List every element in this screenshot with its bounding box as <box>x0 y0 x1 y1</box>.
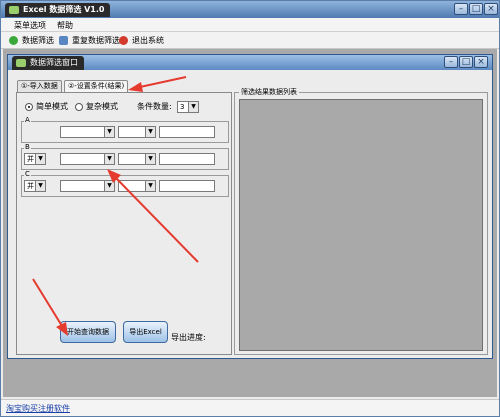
group-b-operator-select[interactable]: ▼ <box>118 153 156 165</box>
condition-group-a: A ▼ ▼ <box>21 116 229 143</box>
chevron-down-icon: ▼ <box>145 154 155 164</box>
window-title-tab: Excel 数据筛选 V1.0 <box>5 3 111 17</box>
condition-count-select[interactable]: 3 ▼ <box>177 101 199 113</box>
group-c-logic-select[interactable]: 并 ▼ <box>24 180 46 192</box>
results-group: 筛选结果数据列表 <box>234 87 488 355</box>
group-b-field-select[interactable]: ▼ <box>60 153 115 165</box>
toolbar: 数据筛选 重复数据筛选 退出系统 <box>1 32 499 49</box>
filter-button[interactable]: 数据筛选 <box>9 34 54 47</box>
condition-count-value: 3 <box>180 103 185 111</box>
group-a-operator-select[interactable]: ▼ <box>118 126 156 138</box>
chevron-down-icon: ▼ <box>35 154 45 164</box>
filter-window-title: 数据筛选窗口 <box>30 58 78 67</box>
search-icon <box>59 36 68 45</box>
maximize-button[interactable]: □ <box>469 3 483 15</box>
condition-group-c: C 并 ▼ ▼ ▼ <box>21 170 229 197</box>
exit-button[interactable]: 退出系统 <box>119 34 164 47</box>
complex-mode-radio[interactable] <box>75 103 83 111</box>
window-icon <box>16 59 26 67</box>
group-c-operator-select[interactable]: ▼ <box>118 180 156 192</box>
simple-mode-radio[interactable] <box>25 103 33 111</box>
results-label: 筛选结果数据列表 <box>239 87 299 97</box>
stop-icon <box>119 36 128 45</box>
menu-help[interactable]: 帮助 <box>57 20 73 31</box>
main-window: Excel 数据筛选 V1.0 – □ × 菜单选项 帮助 数据筛选 重复数据筛… <box>0 0 500 417</box>
chevron-down-icon: ▼ <box>104 127 114 137</box>
start-query-button[interactable]: 开始查询数据 <box>60 321 116 343</box>
condition-count-label: 条件数量: <box>137 102 172 111</box>
complex-mode-label: 复杂模式 <box>86 102 118 111</box>
group-c-legend: C <box>24 170 31 178</box>
exit-label: 退出系统 <box>132 36 164 45</box>
window-title: Excel 数据筛选 V1.0 <box>23 5 105 14</box>
export-progress-label: 导出进度: <box>171 333 206 342</box>
mdi-area: 数据筛选窗口 – □ × ①-导入数据 ②-设置条件(结果) 简单模式 复杂模式… <box>3 49 497 397</box>
group-b-logic-value: 并 <box>27 155 34 163</box>
filter-window: 数据筛选窗口 – □ × ①-导入数据 ②-设置条件(结果) 简单模式 复杂模式… <box>7 54 493 359</box>
repeat-filter-button[interactable]: 重复数据筛选 <box>59 34 120 47</box>
filter-window-title-bar[interactable]: 数据筛选窗口 – □ × <box>8 55 492 70</box>
purchase-link[interactable]: 淘宝购买注册软件 <box>6 403 70 414</box>
condition-group-b: B 并 ▼ ▼ ▼ <box>21 143 229 170</box>
chevron-down-icon: ▼ <box>145 181 155 191</box>
group-b-value-input[interactable] <box>159 153 215 165</box>
group-c-logic-value: 并 <box>27 182 34 190</box>
group-a-value-input[interactable] <box>159 126 215 138</box>
close-button[interactable]: × <box>484 3 498 15</box>
chevron-down-icon: ▼ <box>104 154 114 164</box>
repeat-filter-label: 重复数据筛选 <box>72 36 120 45</box>
group-a-legend: A <box>24 116 31 124</box>
chevron-down-icon: ▼ <box>104 181 114 191</box>
chevron-down-icon: ▼ <box>35 181 45 191</box>
menu-options[interactable]: 菜单选项 <box>14 20 46 31</box>
app-icon <box>9 6 19 14</box>
group-c-field-select[interactable]: ▼ <box>60 180 115 192</box>
filter-window-title-tab: 数据筛选窗口 <box>12 56 84 70</box>
group-a-field-select[interactable]: ▼ <box>60 126 115 138</box>
chevron-down-icon: ▼ <box>145 127 155 137</box>
child-close-button[interactable]: × <box>474 56 488 68</box>
tab-import-data[interactable]: ①-导入数据 <box>17 80 62 92</box>
chevron-down-icon: ▼ <box>188 102 198 112</box>
group-b-logic-select[interactable]: 并 ▼ <box>24 153 46 165</box>
child-maximize-button[interactable]: □ <box>459 56 473 68</box>
menu-bar: 菜单选项 帮助 <box>1 18 499 32</box>
results-list[interactable] <box>239 99 483 351</box>
tab-set-conditions[interactable]: ②-设置条件(结果) <box>64 80 129 92</box>
title-bar[interactable]: Excel 数据筛选 V1.0 – □ × <box>1 1 499 18</box>
group-b-legend: B <box>24 143 31 151</box>
export-excel-button[interactable]: 导出Excel <box>123 321 168 343</box>
filter-label: 数据筛选 <box>22 36 54 45</box>
child-minimize-button[interactable]: – <box>444 56 458 68</box>
group-c-value-input[interactable] <box>159 180 215 192</box>
status-bar: 淘宝购买注册软件 <box>1 399 499 416</box>
conditions-panel: 简单模式 复杂模式 条件数量: 3 ▼ A ▼ ▼ B 并 ▼ ▼ ▼ C 并 … <box>16 92 232 355</box>
check-icon <box>9 36 18 45</box>
simple-mode-label: 简单模式 <box>36 102 68 111</box>
minimize-button[interactable]: – <box>454 3 468 15</box>
